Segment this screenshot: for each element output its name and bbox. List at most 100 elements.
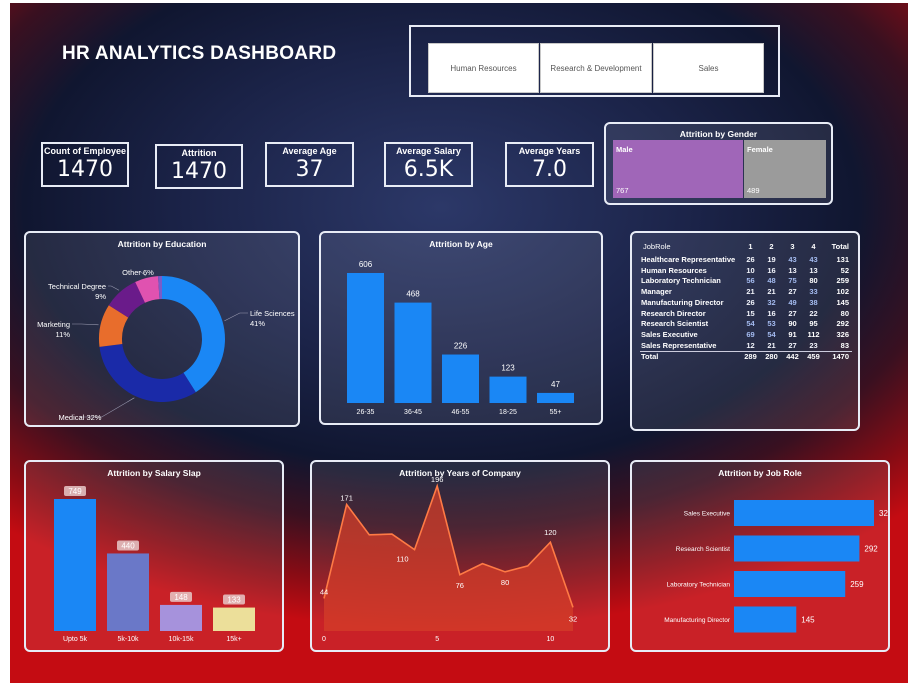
row-header: Sales Representative [641, 340, 717, 350]
treemap-value: 489 [747, 186, 760, 195]
jobrole-bar-panel: Attrition by Job Role Sales Executive326… [630, 460, 890, 652]
tick-label: Upto 5k [63, 636, 88, 643]
table-row[interactable]: Total 289 280 442 459 1470 [640, 351, 852, 364]
panel-title: Attrition by Education [117, 239, 207, 249]
bar [734, 535, 860, 562]
col-header[interactable]: 3 [782, 239, 803, 255]
table-cell: 259 [836, 276, 849, 286]
col-header[interactable]: Total [824, 239, 852, 255]
table-row[interactable]: Laboratory Technician 56 48 75 80 259 [640, 276, 852, 287]
category-label: Research Scientist [676, 546, 730, 553]
row-header: Healthcare Representative [641, 255, 736, 264]
tick-label: 10k-15k [169, 636, 194, 643]
table-row[interactable]: Sales Representative 12 21 27 23 83 [640, 341, 852, 352]
tick-label: 26-35 [357, 409, 375, 416]
table-cell: 112 [807, 329, 820, 339]
row-header: Human Resources [641, 265, 707, 275]
table-cell: 54 [746, 319, 755, 329]
data-label: 145 [801, 616, 815, 625]
data-label: 292 [864, 545, 878, 554]
age-panel: Attrition by Age 606 26-35 468 36-45 226 46-5… [319, 231, 603, 425]
table-row[interactable]: Manager 21 21 27 33 102 [640, 287, 852, 298]
slice-label: 9% [95, 292, 106, 301]
category-label: Laboratory Technician [667, 582, 731, 589]
slicer-sales[interactable]: Sales [653, 43, 764, 93]
education-donut-chart: Life Sciences41% Medical 32% Marketing11% T… [37, 268, 295, 422]
table-cell: 95 [809, 319, 818, 329]
jobrole-matrix-panel: JobRole 1 2 3 4 Total Healthcare Represe… [630, 231, 860, 431]
slicer-research-development[interactable]: Research & Development [540, 43, 652, 93]
tick-label: 0 [322, 636, 326, 643]
bar [213, 607, 255, 631]
col-header[interactable]: JobRole [640, 239, 740, 255]
kpi-value: 1470 [171, 159, 227, 184]
table-row[interactable]: Sales Executive 69 54 91 112 326 [640, 330, 852, 341]
kpi-count-of-employee: Count of Employee 1470 [41, 142, 129, 187]
table-row[interactable]: Manufacturing Director 26 32 49 38 145 [640, 298, 852, 309]
table-row[interactable]: Healthcare Representative 26 19 43 43 131 [640, 255, 852, 266]
slice-label: 41% [250, 319, 265, 328]
treemap-value: 767 [616, 186, 629, 195]
leader-line [72, 323, 99, 326]
table-cell: 83 [840, 340, 849, 350]
table-cell: 26 [746, 255, 755, 264]
table-cell: 280 [761, 351, 782, 364]
slice-label: Other 6% [122, 268, 154, 277]
table-cell: 52 [840, 265, 849, 275]
table-cell: 48 [767, 276, 776, 286]
age-bar-chart: 606 26-35 468 36-45 226 46-55 123 18-25 47 55+ [347, 260, 574, 416]
slice-label: Technical Degree [48, 282, 106, 291]
table-cell: 27 [788, 308, 797, 318]
row-header: Total [640, 351, 740, 364]
data-label: 749 [68, 487, 82, 496]
bar [442, 354, 479, 403]
tick-label: 55+ [550, 409, 562, 416]
table-cell: 12 [746, 340, 755, 350]
table-row[interactable]: Research Director 15 16 27 22 80 [640, 309, 852, 320]
col-header[interactable]: 4 [803, 239, 824, 255]
table-cell: 26 [746, 297, 755, 307]
data-label: 123 [501, 364, 515, 373]
donut-slice [99, 344, 196, 402]
years-panel: Attrition by Years of Company 44 171 110 19… [310, 460, 610, 652]
table-cell: 16 [767, 308, 776, 318]
table-cell: 33 [809, 287, 818, 297]
data-label: 47 [551, 380, 560, 389]
col-header[interactable]: 1 [740, 239, 761, 255]
treemap-female[interactable]: Female 489 [744, 140, 826, 198]
education-panel: Attrition by Education Life Sciences 41% M… [24, 231, 300, 427]
bar [347, 273, 384, 403]
treemap-male[interactable]: Male 767 [613, 140, 743, 198]
table-cell: 49 [788, 297, 797, 307]
data-label: 148 [174, 593, 188, 602]
table-row[interactable]: Human Resources 10 16 13 13 52 [640, 266, 852, 277]
tick-label: 18-25 [499, 409, 517, 416]
table-row[interactable]: Research Scientist 54 53 90 95 292 [640, 319, 852, 330]
data-label: 32 [569, 614, 577, 623]
slice-label: Marketing [37, 320, 70, 329]
dashboard-title: HR ANALYTICS DASHBOARD [62, 43, 337, 64]
table-cell: 27 [788, 287, 797, 297]
table-cell: 21 [746, 287, 755, 297]
jobrole-matrix: JobRole 1 2 3 4 Total Healthcare Represe… [640, 239, 852, 364]
row-header: Research Scientist [641, 319, 709, 329]
data-label: 44 [320, 587, 328, 596]
treemap-label: Male [616, 145, 633, 154]
data-label: 171 [340, 493, 353, 502]
data-label: 468 [406, 290, 420, 299]
table-cell: 54 [767, 329, 776, 339]
data-label: 110 [397, 555, 409, 564]
slicer-human-resources[interactable]: Human Resources [428, 43, 539, 93]
table-cell: 32 [767, 297, 776, 307]
kpi-attrition: Attrition 1470 [155, 144, 243, 189]
col-header[interactable]: 2 [761, 239, 782, 255]
row-header: Manufacturing Director [641, 297, 724, 307]
donut-slice [162, 276, 226, 393]
table-cell: 75 [788, 276, 797, 286]
dashboard-canvas: HR ANALYTICS DASHBOARD Human Resources R… [10, 3, 908, 683]
table-cell: 22 [809, 308, 818, 318]
data-label: 259 [850, 580, 864, 589]
table-cell: 69 [746, 329, 755, 339]
category-label: Manufacturing Director [664, 617, 731, 624]
table-cell: 38 [809, 297, 818, 307]
